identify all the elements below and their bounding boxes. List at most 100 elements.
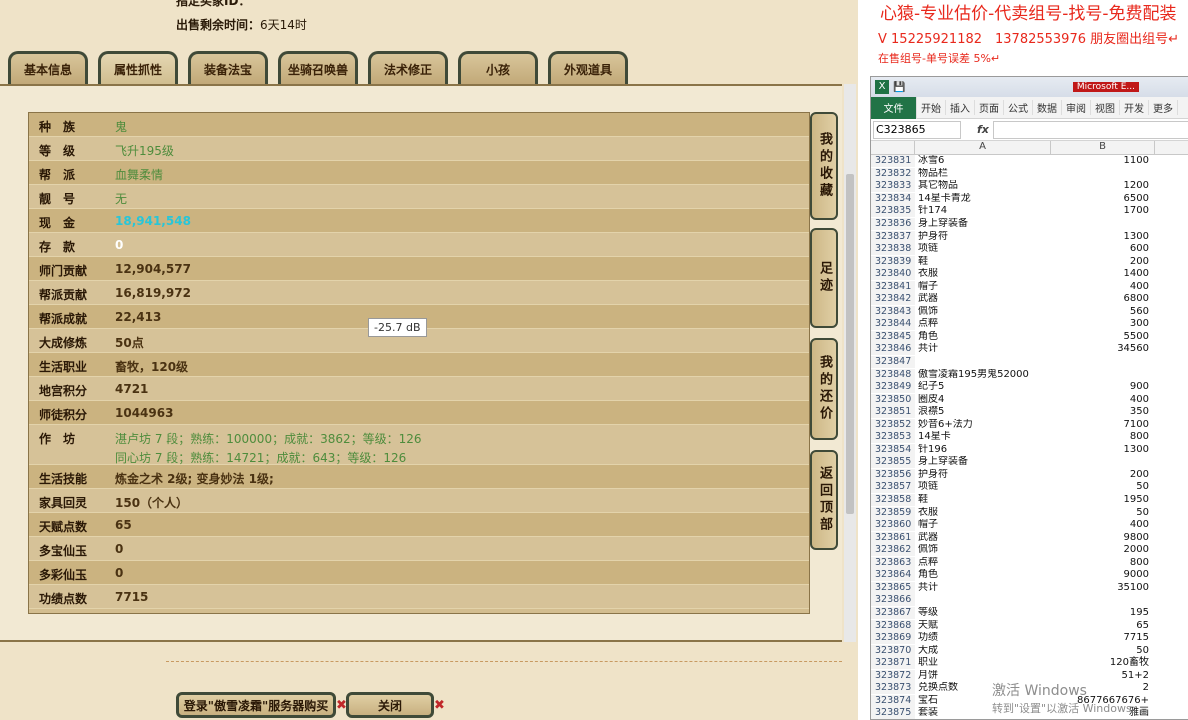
row-number[interactable]: 323842: [871, 293, 915, 306]
row-number[interactable]: 323850: [871, 393, 915, 406]
row-number[interactable]: 323873: [871, 682, 915, 695]
column-a-header[interactable]: A: [915, 141, 1051, 154]
cell-b[interactable]: 9000: [1051, 569, 1155, 581]
row-number[interactable]: 323862: [871, 544, 915, 557]
tab-3[interactable]: 坐骑召唤兽: [278, 51, 358, 85]
row-number[interactable]: 323833: [871, 180, 915, 193]
cell-b[interactable]: 6500: [1051, 193, 1155, 205]
ribbon-tab-7[interactable]: 视图: [1091, 100, 1120, 115]
tab-1[interactable]: 属性抓性: [98, 51, 178, 85]
ribbon-tab-6[interactable]: 审阅: [1062, 100, 1091, 115]
row-number[interactable]: 323863: [871, 556, 915, 569]
ribbon-tab-1[interactable]: 开始: [917, 100, 946, 115]
cell-a[interactable]: 点粹: [915, 318, 1051, 330]
back-to-top-button[interactable]: 返回顶部: [810, 450, 838, 550]
cell-a[interactable]: 身上穿装备: [915, 456, 1051, 468]
cell-a[interactable]: 天赋: [915, 620, 1051, 632]
name-box[interactable]: C323865: [873, 120, 961, 139]
cell-b[interactable]: 5500: [1051, 331, 1155, 343]
cell-b[interactable]: 400: [1051, 394, 1155, 406]
row-number[interactable]: 323854: [871, 443, 915, 456]
formula-input[interactable]: [992, 120, 1188, 139]
cell-a[interactable]: 身上穿装备: [915, 218, 1051, 230]
fx-icon[interactable]: fx: [977, 123, 989, 136]
row-number[interactable]: 323835: [871, 205, 915, 218]
ribbon-tab-3[interactable]: 页面: [975, 100, 1004, 115]
cell-b[interactable]: 200: [1051, 469, 1155, 481]
row-number[interactable]: 323852: [871, 418, 915, 431]
cell-b[interactable]: 1400: [1051, 268, 1155, 280]
cell-a[interactable]: 护身符: [915, 231, 1051, 243]
cell-a[interactable]: 纪子5: [915, 381, 1051, 393]
cell-a[interactable]: 物品栏: [915, 168, 1051, 180]
cell-a[interactable]: 衣服: [915, 507, 1051, 519]
row-number[interactable]: 323861: [871, 531, 915, 544]
row-number[interactable]: 323831: [871, 155, 915, 168]
cell-a[interactable]: 浪襟5: [915, 406, 1051, 418]
ribbon-tab-0[interactable]: 文件: [871, 96, 917, 119]
cell-b[interactable]: 1100: [1051, 155, 1155, 167]
column-b-header[interactable]: B: [1051, 141, 1155, 154]
row-number[interactable]: 323864: [871, 569, 915, 582]
cell-a[interactable]: 14星卡青龙: [915, 193, 1051, 205]
cell-b[interactable]: 34560: [1051, 343, 1155, 355]
row-number[interactable]: 323848: [871, 368, 915, 381]
row-number[interactable]: 323839: [871, 255, 915, 268]
my-favorites-button[interactable]: 我的收藏: [810, 112, 838, 220]
tab-4[interactable]: 法术修正: [368, 51, 448, 85]
cell-a[interactable]: 佩饰: [915, 306, 1051, 318]
ribbon-tab-2[interactable]: 插入: [946, 100, 975, 115]
cell-a[interactable]: 角色: [915, 331, 1051, 343]
row-number[interactable]: 323836: [871, 218, 915, 230]
cell-a[interactable]: 共计: [915, 343, 1051, 355]
cell-a[interactable]: 武器: [915, 293, 1051, 305]
cell-b[interactable]: 50: [1051, 481, 1155, 493]
cell-a[interactable]: 大成: [915, 645, 1051, 657]
cell-a[interactable]: 针174: [915, 205, 1051, 217]
row-number[interactable]: 323874: [871, 694, 915, 707]
row-number[interactable]: 323845: [871, 330, 915, 343]
row-number[interactable]: 323869: [871, 632, 915, 645]
cell-b[interactable]: 200: [1051, 256, 1155, 268]
cell-a[interactable]: 14星卡: [915, 431, 1051, 443]
cell-b[interactable]: 1300: [1051, 231, 1155, 243]
cell-a[interactable]: 职业: [915, 657, 1051, 669]
cell-a[interactable]: 点粹: [915, 557, 1051, 569]
scroll-thumb[interactable]: [846, 174, 854, 514]
cell-a[interactable]: 项链: [915, 243, 1051, 255]
cell-b[interactable]: 1950: [1051, 494, 1155, 506]
cell-a[interactable]: 项链: [915, 481, 1051, 493]
cell-b[interactable]: 50: [1051, 507, 1155, 519]
cell-b[interactable]: 1200: [1051, 180, 1155, 192]
cell-a[interactable]: 功绩: [915, 632, 1051, 644]
row-number[interactable]: 323868: [871, 619, 915, 632]
cell-b[interactable]: 6800: [1051, 293, 1155, 305]
page-scrollbar[interactable]: [844, 84, 856, 642]
cell-b[interactable]: 1700: [1051, 205, 1155, 217]
row-number[interactable]: 323832: [871, 167, 915, 180]
my-bargain-button[interactable]: 我的还价: [810, 338, 838, 440]
row-number[interactable]: 323838: [871, 243, 915, 256]
corner-cell[interactable]: [871, 141, 915, 154]
row-number[interactable]: 323871: [871, 657, 915, 670]
tab-6[interactable]: 外观道具: [548, 51, 628, 85]
cell-a[interactable]: 共计: [915, 582, 1051, 594]
row-number[interactable]: 323834: [871, 192, 915, 205]
cell-b[interactable]: 300: [1051, 318, 1155, 330]
cell-b[interactable]: 400: [1051, 281, 1155, 293]
cell-b[interactable]: 350: [1051, 406, 1155, 418]
cell-a[interactable]: 帽子: [915, 519, 1051, 531]
tab-0[interactable]: 基本信息: [8, 51, 88, 85]
cell-b[interactable]: 195: [1051, 607, 1155, 619]
cell-a[interactable]: 鞋: [915, 494, 1051, 506]
row-number[interactable]: 323865: [871, 581, 915, 594]
cell-b[interactable]: 800: [1051, 557, 1155, 569]
login-buy-button[interactable]: 登录"傲雪凌霜"服务器购买: [176, 692, 336, 718]
cell-b[interactable]: 600: [1051, 243, 1155, 255]
cell-b[interactable]: 7100: [1051, 419, 1155, 431]
row-number[interactable]: 323847: [871, 356, 915, 369]
row-number[interactable]: 323846: [871, 343, 915, 356]
cell-a[interactable]: 武器: [915, 532, 1051, 544]
save-icon[interactable]: 💾: [893, 82, 905, 93]
row-number[interactable]: 323841: [871, 280, 915, 293]
